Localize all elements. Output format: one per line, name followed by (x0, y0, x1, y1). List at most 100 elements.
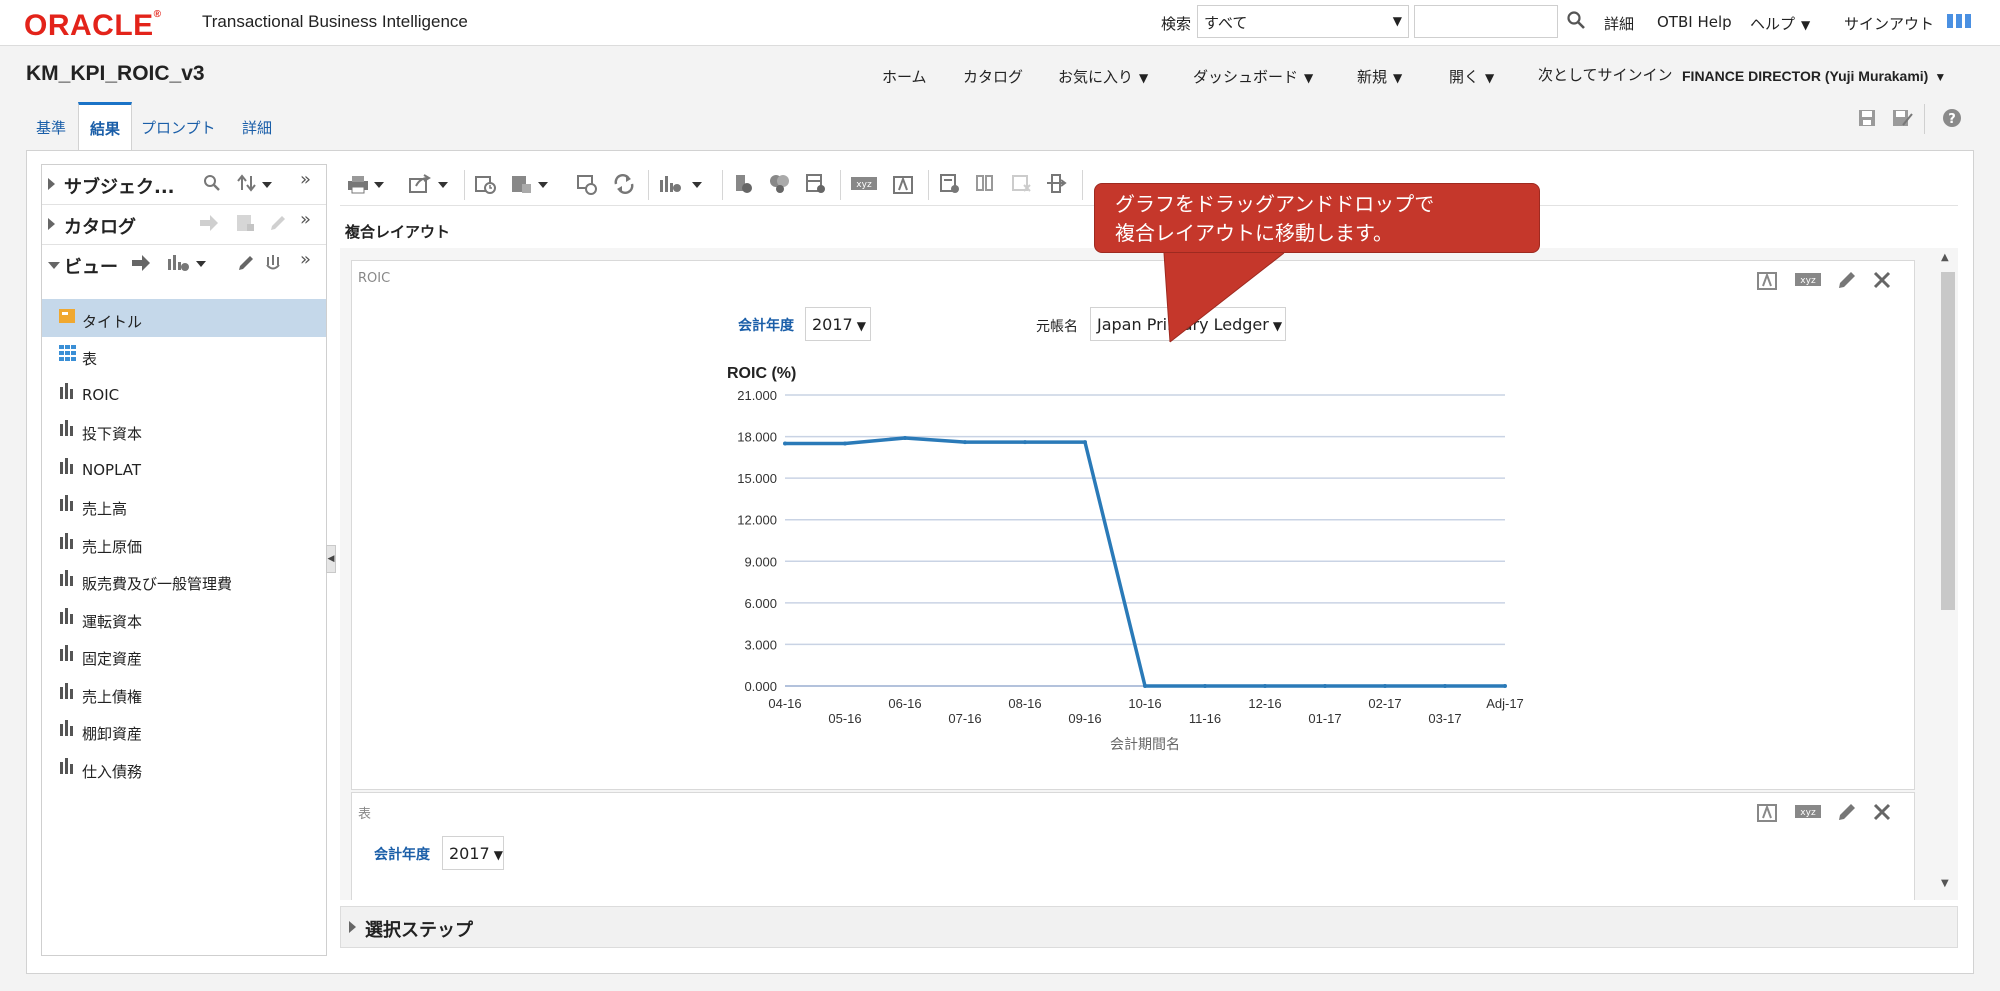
roic-data-point[interactable] (1383, 684, 1387, 688)
scroll-up-icon[interactable]: ▲ (1941, 252, 1949, 263)
roic-data-point[interactable] (903, 435, 907, 440)
nav-open[interactable]: 開く ▼ (1449, 66, 1494, 87)
nav-catalog[interactable]: カタログ (963, 66, 1023, 87)
signout-link[interactable]: サインアウト (1844, 13, 1934, 34)
view-list-item-label: 仕入債務 (82, 763, 143, 781)
chevron-down-icon: ▼ (1304, 71, 1314, 85)
subject-areas-header[interactable]: サブジェク... » (42, 165, 326, 205)
double-chevron-right-icon[interactable]: » (300, 209, 311, 230)
otbi-help-link[interactable]: OTBI Help (1657, 13, 1732, 31)
chevron-down-icon: ▼ (493, 848, 503, 862)
print-icon[interactable] (346, 173, 386, 199)
edit-view-icon[interactable] (1836, 269, 1858, 295)
view-list-item[interactable]: 販売費及び一般管理費 (42, 561, 326, 599)
schedule-icon[interactable] (474, 173, 498, 199)
collapse-pane-handle[interactable]: ◀ (326, 545, 336, 573)
advanced-search-link[interactable]: 詳細 (1604, 13, 1634, 34)
view-list-item[interactable]: ROIC (42, 374, 326, 412)
views-header[interactable]: ビュー » (42, 245, 326, 285)
save-as-icon[interactable] (1891, 108, 1913, 132)
table-view[interactable]: 表 xyz 会計年度 2017 ▼ (351, 792, 1915, 900)
close-icon[interactable] (1872, 270, 1892, 294)
rename-view-icon[interactable]: xyz (1794, 269, 1822, 295)
search-scope-select[interactable]: すべて ▼ (1197, 5, 1409, 38)
roic-data-point[interactable] (1203, 684, 1207, 688)
view-list-item[interactable]: 売上高 (42, 486, 326, 524)
oracle-logo[interactable]: ORACLE® (24, 9, 162, 43)
save-icon[interactable] (1857, 108, 1877, 132)
roic-data-point[interactable] (1263, 684, 1267, 688)
view-list-item[interactable]: 表 (42, 336, 326, 374)
arrow-right-icon[interactable] (130, 253, 152, 277)
roic-data-point[interactable] (1023, 440, 1027, 445)
columns-icon[interactable] (974, 173, 998, 199)
y-tick-label: 9.000 (744, 554, 777, 569)
selection-steps-bar[interactable]: 選択ステップ (340, 906, 1958, 948)
new-view-icon[interactable] (658, 173, 708, 199)
export-icon[interactable] (408, 173, 452, 199)
roic-data-point[interactable] (1503, 684, 1507, 688)
sort-icon[interactable] (237, 173, 275, 197)
refresh-icon[interactable] (612, 173, 636, 199)
roic-line-chart[interactable]: ROIC (%) 21.000 18.000 15.000 12.000 9.000 6.0… (715, 360, 1535, 760)
xyz-icon[interactable]: xyz (850, 173, 878, 199)
search-icon[interactable] (202, 173, 222, 197)
nav-new[interactable]: 新規 ▼ (1357, 66, 1402, 87)
search-input[interactable] (1414, 5, 1558, 38)
roic-data-point[interactable] (1083, 440, 1087, 445)
nav-dashboard[interactable]: ダッシュボード ▼ (1193, 66, 1313, 87)
layout-icon[interactable] (1046, 173, 1070, 199)
tab-prompts[interactable]: プロンプト (141, 117, 216, 138)
roic-data-point[interactable] (843, 441, 847, 446)
calc-item-icon[interactable] (804, 173, 828, 199)
fiscal-year-select[interactable]: 2017 ▼ (442, 836, 504, 870)
left-pane: サブジェク... » カタログ » ビュー » タイトル 表 ROIC 投下資本… (41, 164, 327, 956)
view-properties-icon[interactable] (264, 253, 288, 277)
view-list-item[interactable]: 売上債権 (42, 674, 326, 712)
filter-icon[interactable] (732, 173, 756, 199)
view-list-item[interactable]: 投下資本 (42, 411, 326, 449)
view-list-item[interactable]: 運転資本 (42, 599, 326, 637)
fiscal-year-value: 2017 (812, 315, 853, 334)
roic-data-point[interactable] (1323, 684, 1327, 688)
show-sql-icon[interactable] (938, 173, 962, 199)
catalog-header[interactable]: カタログ » (42, 205, 326, 245)
view-list-item[interactable]: NOPLAT (42, 449, 326, 487)
refresh-display-icon[interactable] (576, 173, 600, 199)
selection-step-icon[interactable] (768, 173, 792, 199)
rename-view-icon[interactable]: xyz (1794, 801, 1822, 827)
edit-view-icon[interactable] (236, 253, 256, 277)
vertical-scrollbar[interactable]: ▲ ▼ (1938, 248, 1958, 900)
double-chevron-right-icon[interactable]: » (300, 169, 311, 190)
publish-icon[interactable] (510, 173, 554, 199)
nav-favorites[interactable]: お気に入り ▼ (1058, 66, 1148, 87)
roic-data-point[interactable] (1443, 684, 1447, 688)
roic-data-point[interactable] (783, 441, 787, 446)
view-list-item[interactable]: 仕入債務 (42, 749, 326, 787)
view-list-item[interactable]: 棚卸資産 (42, 711, 326, 749)
new-view-icon[interactable] (166, 253, 210, 277)
help-menu[interactable]: ヘルプ ▼ (1750, 13, 1810, 34)
format-container-icon[interactable] (1756, 269, 1780, 295)
view-list-item[interactable]: 売上原価 (42, 524, 326, 562)
tab-criteria[interactable]: 基準 (36, 117, 66, 138)
scrollbar-thumb[interactable] (1941, 272, 1955, 610)
view-list-item[interactable]: タイトル (42, 299, 326, 337)
format-container-icon[interactable] (1756, 801, 1780, 827)
scroll-down-icon[interactable]: ▼ (1941, 878, 1949, 889)
help-icon[interactable]: ? (1942, 108, 1962, 132)
nav-home[interactable]: ホーム (882, 66, 927, 87)
double-chevron-right-icon[interactable]: » (300, 249, 311, 270)
view-list-item[interactable]: 固定資産 (42, 636, 326, 674)
user-menu[interactable]: FINANCE DIRECTOR (Yuji Murakami) ▼ (1682, 68, 1946, 84)
tab-advanced[interactable]: 詳細 (242, 117, 272, 138)
search-icon[interactable] (1566, 10, 1586, 34)
apps-icon[interactable] (1947, 14, 1971, 30)
close-icon[interactable] (1872, 802, 1892, 826)
fiscal-year-select[interactable]: 2017 ▼ (805, 307, 871, 341)
roic-data-point[interactable] (1143, 684, 1147, 688)
format-text-icon[interactable] (892, 173, 916, 199)
roic-data-point[interactable] (963, 440, 967, 445)
edit-view-icon[interactable] (1836, 801, 1858, 827)
tab-results[interactable]: 結果 (78, 102, 132, 150)
